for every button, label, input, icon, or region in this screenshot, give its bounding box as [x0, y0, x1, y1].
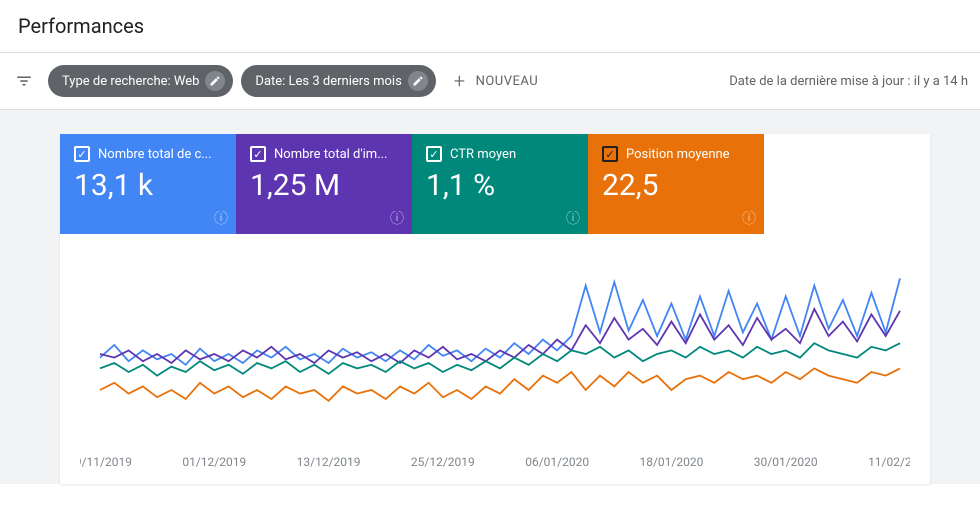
metric-impressions[interactable]: ✓ Nombre total d'im... 1,25 M ⓘ: [236, 134, 412, 234]
help-icon[interactable]: ⓘ: [742, 208, 756, 228]
chip-label: Type de recherche: Web: [62, 74, 199, 89]
metric-value: 1,25 M: [250, 168, 398, 203]
plus-icon: +: [454, 71, 466, 91]
checkbox-icon: ✓: [426, 146, 442, 162]
checkbox-icon: ✓: [602, 146, 618, 162]
metric-value: 22,5: [602, 168, 750, 203]
metric-position[interactable]: ✓ Position moyenne 22,5 ⓘ: [588, 134, 764, 234]
chip-search-type[interactable]: Type de recherche: Web: [48, 65, 233, 97]
content-area: ✓ Nombre total de c... 13,1 k ⓘ ✓ Nombre…: [0, 110, 980, 484]
svg-text:06/01/2020: 06/01/2020: [525, 455, 589, 469]
checkbox-icon: ✓: [74, 146, 90, 162]
filter-icon[interactable]: [12, 69, 36, 93]
chart-area: 19/11/2019 01/12/2019 13/12/2019 25/12/2019…: [60, 234, 930, 484]
metric-label: Position moyenne: [626, 147, 730, 162]
add-filter-button[interactable]: + NOUVEAU: [444, 65, 548, 97]
svg-text:13/12/2019: 13/12/2019: [297, 455, 361, 469]
metric-label: Nombre total de c...: [98, 147, 212, 162]
add-filter-label: NOUVEAU: [476, 74, 539, 89]
help-icon[interactable]: ⓘ: [566, 208, 580, 228]
metric-value: 1,1 %: [426, 168, 574, 203]
metric-label: CTR moyen: [450, 147, 516, 162]
svg-text:11/02/2020: 11/02/2020: [868, 455, 910, 469]
chip-label: Date: Les 3 derniers mois: [255, 74, 401, 89]
performance-chart: 19/11/2019 01/12/2019 13/12/2019 25/12/2019…: [80, 254, 910, 474]
last-update-text: Date de la dernière mise à jour : il y a…: [729, 74, 968, 89]
svg-text:18/01/2020: 18/01/2020: [639, 455, 703, 469]
checkbox-icon: ✓: [250, 146, 266, 162]
metrics-row: ✓ Nombre total de c... 13,1 k ⓘ ✓ Nombre…: [60, 134, 930, 234]
svg-text:25/12/2019: 25/12/2019: [411, 455, 475, 469]
pencil-icon: [408, 71, 428, 91]
help-icon[interactable]: ⓘ: [390, 208, 404, 228]
filter-bar: Type de recherche: Web Date: Les 3 derni…: [0, 53, 980, 109]
chip-date-range[interactable]: Date: Les 3 derniers mois: [241, 65, 435, 97]
metric-clicks[interactable]: ✓ Nombre total de c... 13,1 k ⓘ: [60, 134, 236, 234]
metric-ctr[interactable]: ✓ CTR moyen 1,1 % ⓘ: [412, 134, 588, 234]
metric-value: 13,1 k: [74, 168, 222, 203]
page-title: Performances: [0, 0, 980, 52]
metric-label: Nombre total d'im...: [274, 147, 388, 162]
performance-card: ✓ Nombre total de c... 13,1 k ⓘ ✓ Nombre…: [60, 134, 930, 484]
svg-text:01/12/2019: 01/12/2019: [182, 455, 246, 469]
help-icon[interactable]: ⓘ: [214, 208, 228, 228]
pencil-icon: [205, 71, 225, 91]
svg-text:19/11/2019: 19/11/2019: [80, 455, 132, 469]
svg-text:30/01/2020: 30/01/2020: [754, 455, 818, 469]
